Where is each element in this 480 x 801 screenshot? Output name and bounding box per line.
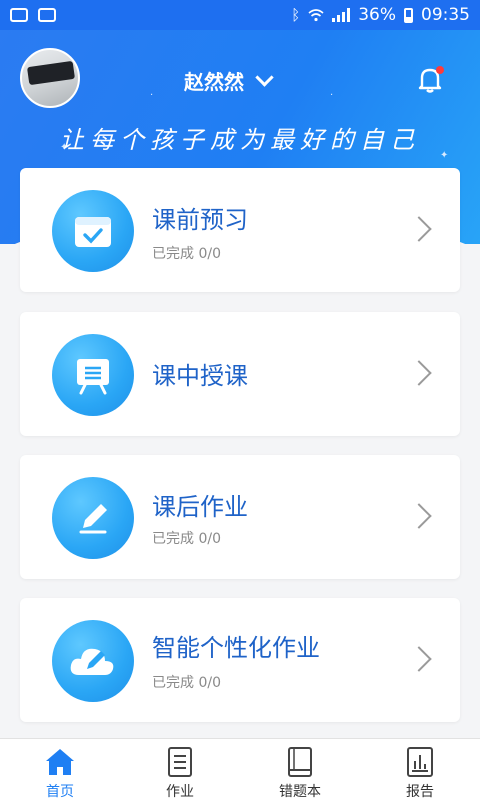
report-chart-icon bbox=[407, 747, 433, 777]
image-icon bbox=[38, 8, 56, 22]
card-title: 课前预习 bbox=[152, 206, 248, 234]
user-switcher[interactable]: 赵然然 bbox=[184, 66, 274, 95]
card-in-class[interactable]: 课中授课 bbox=[20, 312, 460, 436]
bottom-navigation: 首页 作业 错题本 报告 bbox=[0, 738, 480, 801]
cloud-pencil-icon bbox=[52, 620, 134, 702]
chevron-down-icon bbox=[255, 68, 274, 87]
status-bar: ᛒ 36% 09:35 bbox=[0, 0, 480, 30]
battery-icon bbox=[404, 7, 413, 23]
nav-label: 错题本 bbox=[279, 784, 321, 800]
signal-icon bbox=[332, 8, 351, 22]
home-icon bbox=[46, 749, 74, 775]
slogan-text: 让每个孩子成为最好的自己 bbox=[60, 126, 420, 154]
nav-report[interactable]: 报告 bbox=[360, 739, 480, 801]
notification-dots-icon bbox=[10, 8, 28, 22]
bluetooth-icon: ᛒ bbox=[291, 6, 301, 24]
chevron-right-icon bbox=[406, 503, 432, 529]
checkbox-tray-icon bbox=[52, 190, 134, 272]
battery-percent: 36% bbox=[358, 5, 396, 25]
card-homework[interactable]: 课后作业 已完成 0/0 bbox=[20, 455, 460, 579]
nav-label: 作业 bbox=[166, 784, 194, 800]
easel-board-icon bbox=[52, 334, 134, 416]
card-progress: 已完成 0/0 bbox=[152, 531, 221, 547]
card-title: 课中授课 bbox=[152, 362, 248, 390]
card-title: 智能个性化作业 bbox=[152, 634, 320, 662]
chevron-right-icon bbox=[406, 360, 432, 386]
card-preview[interactable]: 课前预习 已完成 0/0 bbox=[20, 168, 460, 292]
avatar[interactable] bbox=[20, 48, 80, 108]
chevron-right-icon bbox=[406, 216, 432, 242]
card-progress: 已完成 0/0 bbox=[152, 675, 221, 691]
nav-mistake-book[interactable]: 错题本 bbox=[240, 739, 360, 801]
nav-homework[interactable]: 作业 bbox=[120, 739, 240, 801]
nav-label: 首页 bbox=[46, 784, 74, 800]
card-progress: 已完成 0/0 bbox=[152, 246, 221, 262]
book-icon bbox=[288, 747, 312, 777]
card-personalized-homework[interactable]: 智能个性化作业 已完成 0/0 bbox=[20, 598, 460, 722]
username-label: 赵然然 bbox=[184, 70, 244, 94]
nav-home[interactable]: 首页 bbox=[0, 739, 120, 801]
chevron-right-icon bbox=[406, 646, 432, 672]
pencil-icon bbox=[52, 477, 134, 559]
wifi-icon bbox=[308, 9, 324, 22]
document-icon bbox=[168, 747, 192, 777]
bell-icon[interactable] bbox=[414, 64, 446, 96]
clock: 09:35 bbox=[421, 5, 470, 25]
card-title: 课后作业 bbox=[152, 493, 248, 521]
nav-label: 报告 bbox=[406, 784, 434, 800]
